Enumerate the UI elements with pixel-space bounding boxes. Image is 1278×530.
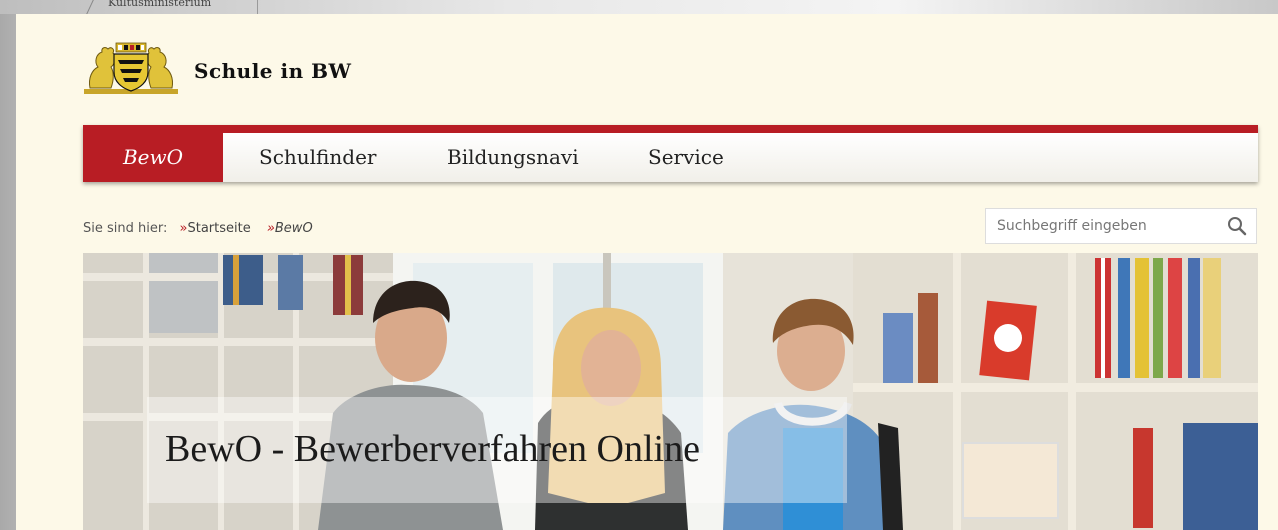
browser-top-strip: Kultusministerium xyxy=(0,0,1278,14)
breadcrumb-item-current: »BewO xyxy=(266,221,313,236)
page-container: Schule in BW BewO Schulfinder Bildungsna… xyxy=(16,14,1278,530)
browser-tab-title: Kultusministerium xyxy=(108,0,212,9)
coat-of-arms-icon[interactable] xyxy=(84,40,178,96)
search-input[interactable] xyxy=(986,209,1216,243)
hero-caption-box: BewO - Bewerberverfahren Online xyxy=(147,397,847,503)
nav-item-service[interactable]: Service xyxy=(648,133,724,182)
search-icon[interactable] xyxy=(1224,214,1250,238)
main-navigation: BewO Schulfinder Bildungsnavi Service xyxy=(83,125,1258,182)
nav-item-bildungsnavi[interactable]: Bildungsnavi xyxy=(447,133,579,182)
breadcrumb: Sie sind hier: »Startseite »BewO xyxy=(83,221,313,236)
hero-banner: BewO - Bewerberverfahren Online xyxy=(83,253,1258,530)
nav-item-bewo[interactable]: BewO xyxy=(83,133,223,182)
search-box xyxy=(985,208,1257,244)
browser-tab[interactable]: Kultusministerium xyxy=(86,0,258,14)
site-title[interactable]: Schule in BW xyxy=(194,59,351,83)
hero-title: BewO - Bewerberverfahren Online xyxy=(165,428,700,470)
nav-item-schulfinder[interactable]: Schulfinder xyxy=(259,133,376,182)
breadcrumb-prefix: Sie sind hier: xyxy=(83,221,168,236)
breadcrumb-item-startseite[interactable]: »Startseite xyxy=(180,221,251,236)
